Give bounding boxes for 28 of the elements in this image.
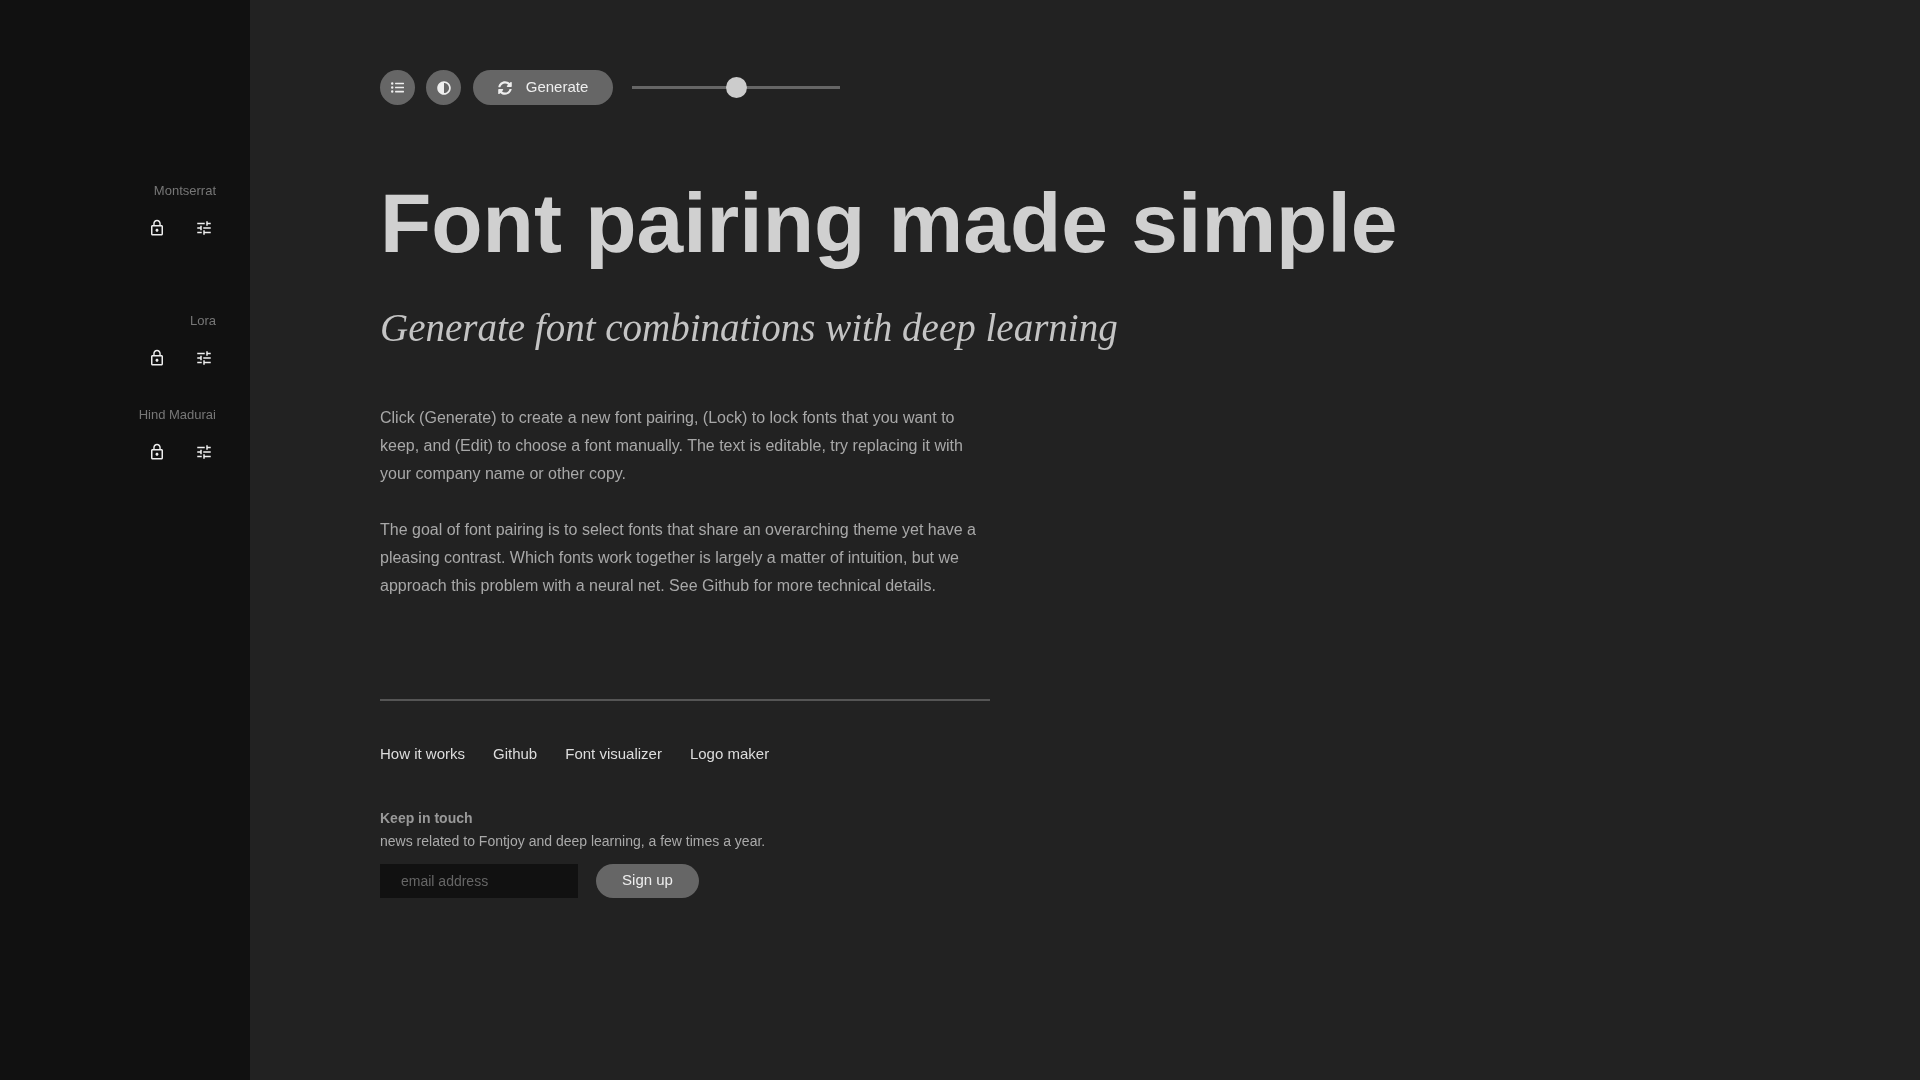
lock-icon[interactable] — [148, 349, 166, 367]
font-name-label: Lora — [189, 314, 216, 327]
email-field[interactable]: email address — [380, 863, 578, 898]
list-icon — [391, 81, 404, 94]
generate-button[interactable]: Generate — [473, 70, 613, 105]
footer-link[interactable]: Font visualizer — [565, 743, 662, 766]
slider-thumb[interactable] — [726, 77, 747, 98]
newsletter-description: news related to Fontjoy and deep learning, a few times a year. — [380, 831, 767, 851]
settings-sliders-icon[interactable] — [195, 443, 213, 461]
lock-icon[interactable] — [148, 219, 166, 237]
font-name-label: Montserrat — [153, 184, 216, 197]
footer-link[interactable]: Github — [493, 743, 538, 766]
body-paragraph: The goal of font pairing is to select fonts that share an overarching theme yet have a pleasing contrast. Which fonts work together is largely a matter of intuition, but we approach this problem with a neural net. See Github for more technical details. — [380, 520, 977, 597]
newsletter-title: Keep in touch — [380, 808, 474, 828]
contrast-icon — [436, 80, 451, 95]
list-button[interactable] — [380, 70, 415, 105]
body-paragraph: Click (Generate) to create a new font pairing, (Lock) to lock fonts that you want to keep, and (Edit) to choose a font manually. The text is editable, try replacing it with your company name or other copy. — [380, 408, 964, 485]
refresh-icon — [497, 80, 512, 95]
footer-link[interactable]: Logo maker — [689, 743, 770, 766]
page-subtitle: Generate font combinations with deep learning — [380, 305, 1119, 352]
settings-sliders-icon[interactable] — [195, 219, 213, 237]
sign-up-button[interactable]: Sign up — [596, 863, 699, 898]
footer-link[interactable]: How it works — [380, 743, 465, 766]
page-heading: Font pairing made simple — [380, 177, 1399, 270]
settings-sliders-icon[interactable] — [195, 349, 213, 367]
lock-icon[interactable] — [148, 443, 166, 461]
contrast-button[interactable] — [426, 70, 461, 105]
font-name-label: Hind Madurai — [138, 408, 216, 421]
